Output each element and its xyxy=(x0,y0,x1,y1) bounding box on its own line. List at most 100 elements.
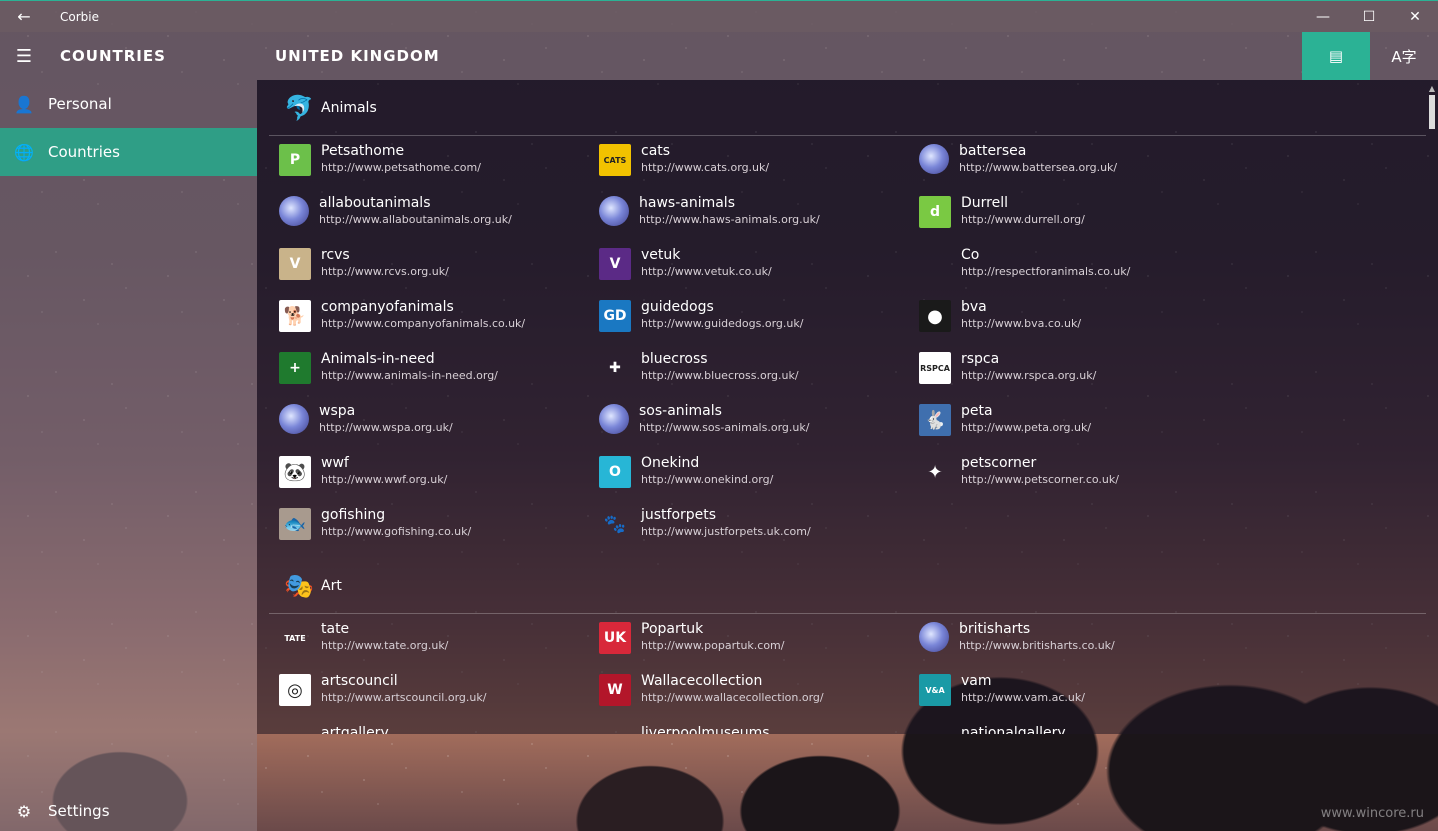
site-logo-icon xyxy=(279,404,309,434)
site-url[interactable]: http://www.bluecross.org.uk/ xyxy=(641,368,799,384)
settings-button[interactable]: ⚙ Settings xyxy=(0,791,257,831)
site-url[interactable]: http://www.sos-animals.org.uk/ xyxy=(639,420,809,436)
site-url[interactable]: http://www.allaboutanimals.org.uk/ xyxy=(319,212,512,228)
site-logo-icon: P xyxy=(279,144,311,176)
scrollbar-thumb[interactable] xyxy=(1429,95,1435,129)
section-title: Animals xyxy=(321,99,377,116)
link-tile[interactable]: nationalgallery xyxy=(919,724,1239,734)
site-url[interactable]: http://www.haws-animals.org.uk/ xyxy=(639,212,820,228)
site-url[interactable]: http://www.peta.org.uk/ xyxy=(961,420,1091,436)
site-url[interactable]: http://www.rcvs.org.uk/ xyxy=(321,264,449,280)
link-tile[interactable]: Co http://respectforanimals.co.uk/ xyxy=(919,246,1239,298)
watermark: www.wincore.ru xyxy=(1320,806,1424,821)
site-url[interactable]: http://respectforanimals.co.uk/ xyxy=(961,264,1130,280)
link-tile[interactable]: ◎ artscouncil http://www.artscouncil.org.u… xyxy=(279,672,599,724)
hamburger-menu-icon[interactable]: ☰ xyxy=(0,46,48,67)
link-tile[interactable]: TATE tate http://www.tate.org.uk/ xyxy=(279,620,599,672)
close-icon[interactable]: ✕ xyxy=(1392,2,1438,32)
link-tile[interactable]: sos-animals http://www.sos-animals.org.uk… xyxy=(599,402,919,454)
site-name: sos-animals xyxy=(639,403,722,419)
link-tile[interactable]: Vvetuk http://www.vetuk.co.uk/ xyxy=(599,246,919,298)
site-logo-icon xyxy=(919,726,951,734)
link-tile[interactable]: britisharts http://www.britisharts.co.uk/ xyxy=(919,620,1239,672)
site-url[interactable]: http://www.petscorner.co.uk/ xyxy=(961,472,1119,488)
site-name: vetuk xyxy=(641,247,681,263)
site-url[interactable]: http://www.petsathome.com/ xyxy=(321,160,481,176)
link-tile[interactable]: + Animals-in-need http://www.animals-in-ne… xyxy=(279,350,599,402)
link-tile[interactable]: haws-animals http://www.haws-animals.org.… xyxy=(599,194,919,246)
link-tile[interactable]: wspa http://www.wspa.org.uk/ xyxy=(279,402,599,454)
site-logo-icon: UK xyxy=(599,622,631,654)
language-button[interactable]: A字 xyxy=(1370,32,1438,80)
link-tile[interactable]: ✚ bluecross http://www.bluecross.org.uk/ xyxy=(599,350,919,402)
link-tile[interactable]: battersea http://www.battersea.org.uk/ xyxy=(919,142,1239,194)
link-tile[interactable]: ● bva http://www.bva.co.uk/ xyxy=(919,298,1239,350)
site-url[interactable]: http://www.gofishing.co.uk/ xyxy=(321,524,471,540)
minimize-icon[interactable]: — xyxy=(1300,2,1346,32)
link-tile[interactable]: W Wallacecollection http://www.wallacecoll… xyxy=(599,672,919,724)
link-tile[interactable]: CATS cats http://www.cats.org.uk/ xyxy=(599,142,919,194)
site-name: Petsathome xyxy=(321,143,405,159)
link-tile[interactable]: Vrcvs http://www.rcvs.org.uk/ xyxy=(279,246,599,298)
site-name: bva xyxy=(961,299,987,315)
site-url[interactable]: http://www.popartuk.com/ xyxy=(641,638,784,654)
site-name: Wallacecollection xyxy=(641,673,763,689)
sidebar-item-countries[interactable]: 🌐 Countries xyxy=(0,128,257,176)
site-url[interactable]: http://www.durrell.org/ xyxy=(961,212,1085,228)
link-tile[interactable]: ✦ petscorner http://www.petscorner.co.uk/ xyxy=(919,454,1239,506)
site-url[interactable]: http://www.guidedogs.org.uk/ xyxy=(641,316,803,332)
site-name: britisharts xyxy=(959,621,1031,637)
link-tile[interactable]: allaboutanimals http://www.allaboutanimal… xyxy=(279,194,599,246)
site-name: artgallery xyxy=(321,725,389,734)
link-tile[interactable]: P Petsathome http://www.petsathome.com/ xyxy=(279,142,599,194)
site-url[interactable]: http://www.wspa.org.uk/ xyxy=(319,420,453,436)
site-url[interactable]: http://www.rspca.org.uk/ xyxy=(961,368,1096,384)
site-url[interactable]: http://www.artscouncil.org.uk/ xyxy=(321,690,486,706)
section-header: 🐬 Animals xyxy=(269,80,1426,136)
site-url[interactable]: http://www.vetuk.co.uk/ xyxy=(641,264,772,280)
link-tile[interactable]: O Onekind http://www.onekind.org/ xyxy=(599,454,919,506)
link-tile[interactable]: UK Popartuk http://www.popartuk.com/ xyxy=(599,620,919,672)
content-area: ▲ 🐬 Animals P Petsathome http://www.petsatho… xyxy=(257,80,1438,734)
link-tile[interactable]: 🐟 gofishing http://www.gofishing.co.uk/ xyxy=(279,506,599,558)
maximize-icon[interactable]: ☐ xyxy=(1346,2,1392,32)
link-tile[interactable]: artgallery xyxy=(279,724,599,734)
site-url[interactable]: http://www.justforpets.uk.com/ xyxy=(641,524,811,540)
card-view-button[interactable]: ▤ xyxy=(1302,32,1370,80)
site-url[interactable]: http://www.britisharts.co.uk/ xyxy=(959,638,1115,654)
site-url[interactable]: http://www.cats.org.uk/ xyxy=(641,160,769,176)
site-url[interactable]: http://www.wallacecollection.org/ xyxy=(641,690,824,706)
scrollbar[interactable]: ▲ xyxy=(1428,84,1436,724)
link-tile[interactable]: V&A vam http://www.vam.ac.uk/ xyxy=(919,672,1239,724)
site-url[interactable]: http://www.vam.ac.uk/ xyxy=(961,690,1085,706)
site-name: allaboutanimals xyxy=(319,195,431,211)
sidebar-item-label: Personal xyxy=(48,95,112,113)
site-url[interactable]: http://www.bva.co.uk/ xyxy=(961,316,1081,332)
site-url[interactable]: http://www.animals-in-need.org/ xyxy=(321,368,498,384)
site-url[interactable]: http://www.tate.org.uk/ xyxy=(321,638,448,654)
site-logo-icon: V xyxy=(599,248,631,280)
sidebar: ☰ COUNTRIES 👤 Personal 🌐 Countries ⚙ Set… xyxy=(0,32,257,831)
sidebar-item-personal[interactable]: 👤 Personal xyxy=(0,80,257,128)
page-title: UNITED KINGDOM xyxy=(275,47,440,65)
site-name: bluecross xyxy=(641,351,708,367)
site-url[interactable]: http://www.battersea.org.uk/ xyxy=(959,160,1117,176)
link-tile[interactable]: RSPCA rspca http://www.rspca.org.uk/ xyxy=(919,350,1239,402)
site-url[interactable]: http://www.onekind.org/ xyxy=(641,472,773,488)
link-tile[interactable]: GD guidedogs http://www.guidedogs.org.uk/ xyxy=(599,298,919,350)
link-tile[interactable]: liverpoolmuseums xyxy=(599,724,919,734)
site-logo-icon: CATS xyxy=(599,144,631,176)
link-tile[interactable]: d Durrell http://www.durrell.org/ xyxy=(919,194,1239,246)
back-arrow-icon[interactable]: ← xyxy=(0,7,48,26)
dolphin-icon: 🐬 xyxy=(284,93,314,122)
link-tile[interactable]: 🐼 wwf http://www.wwf.org.uk/ xyxy=(279,454,599,506)
link-tile[interactable]: 🐕 companyofanimals http://www.companyofani… xyxy=(279,298,599,350)
scroll-up-icon[interactable]: ▲ xyxy=(1428,84,1436,93)
site-url[interactable]: http://www.companyofanimals.co.uk/ xyxy=(321,316,525,332)
site-logo-icon: W xyxy=(599,674,631,706)
link-tile[interactable]: 🐾 justforpets http://www.justforpets.uk.co… xyxy=(599,506,919,558)
site-logo-icon xyxy=(599,196,629,226)
link-tile[interactable]: 🐇 peta http://www.peta.org.uk/ xyxy=(919,402,1239,454)
site-url[interactable]: http://www.wwf.org.uk/ xyxy=(321,472,447,488)
site-name: companyofanimals xyxy=(321,299,454,315)
